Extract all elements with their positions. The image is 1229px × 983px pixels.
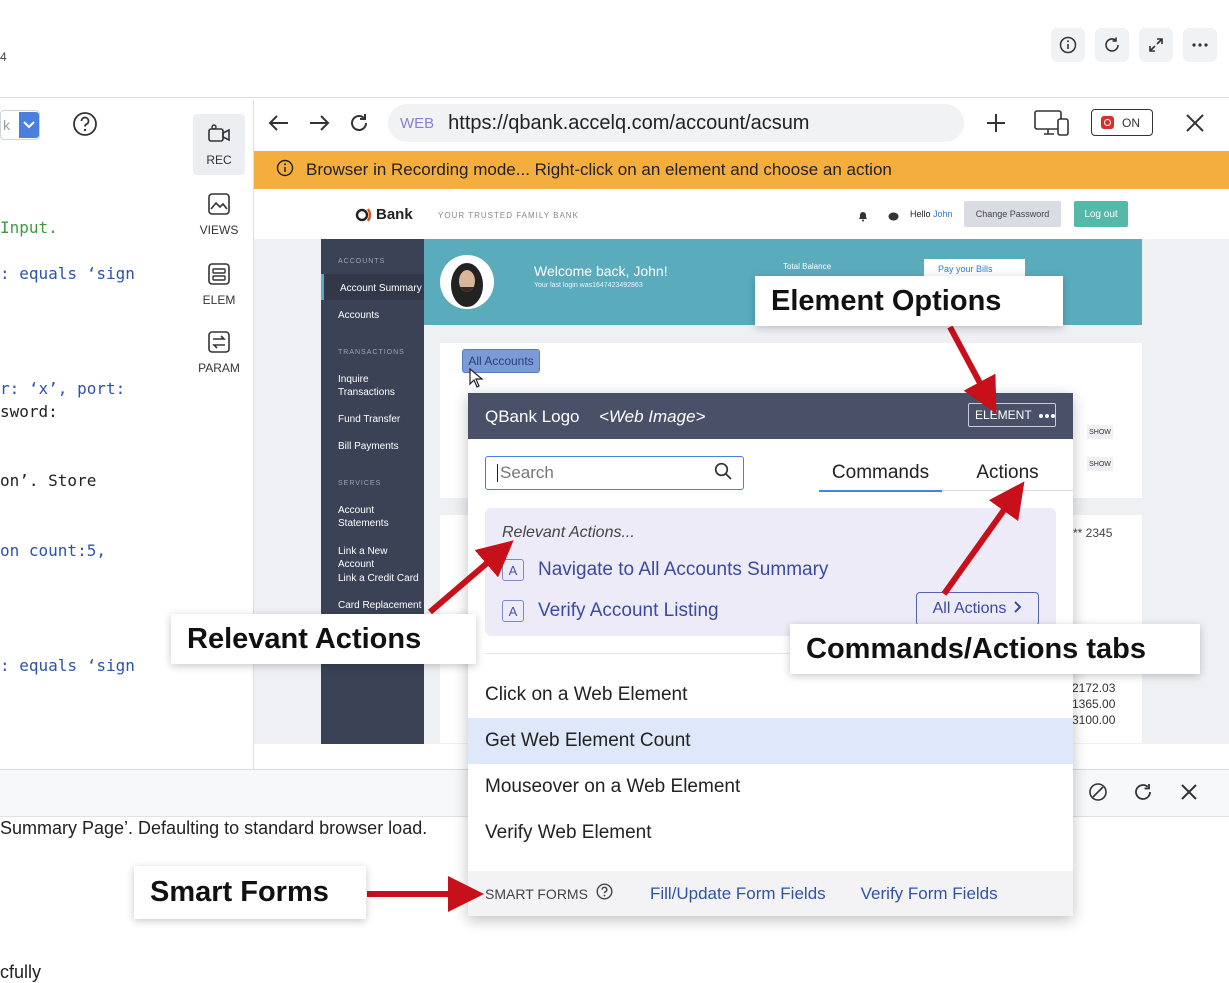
callout-smart-forms: Smart Forms (134, 866, 366, 919)
callout-element-options: Element Options (755, 276, 1063, 326)
callout-commands-tabs: Commands/Actions tabs (790, 624, 1200, 674)
callout-relevant-actions: Relevant Actions (171, 614, 476, 664)
annotation-arrows (367, 325, 1025, 912)
arrow-relevant-actions (428, 540, 514, 615)
arrow-element-options (947, 325, 997, 414)
arrow-commands-tabs (941, 481, 1025, 596)
